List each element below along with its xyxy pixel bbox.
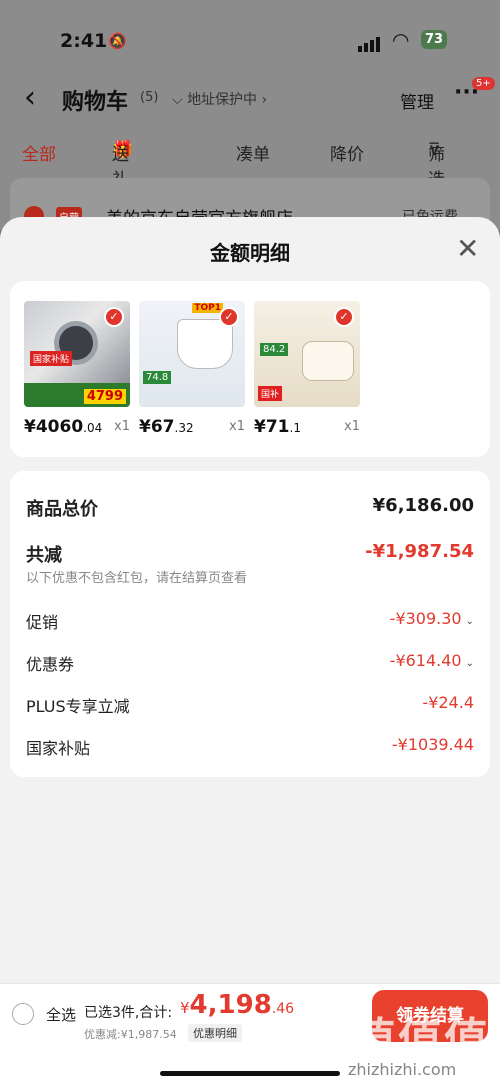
- notification-badge: 5+: [472, 77, 495, 90]
- check-icon: ✓: [104, 307, 124, 327]
- image-badge: TOP1: [192, 303, 223, 313]
- status-bar: 2:41 🔕 ◠ 73: [0, 0, 500, 80]
- plus-value: -¥24.4: [422, 693, 474, 712]
- discount-summary: 优惠减:¥1,987.54: [84, 1028, 177, 1041]
- product-qty: x1: [114, 419, 130, 434]
- promo-value: -¥309.30: [389, 609, 462, 628]
- reduce-label: 共减: [26, 545, 62, 566]
- address-protect-label: 地址保护中: [187, 92, 258, 108]
- total-value: ¥6,186.00: [372, 495, 474, 516]
- watermark-site: zhizhizhi.com: [348, 1060, 457, 1079]
- background-page: 2:41 🔕 ◠ 73 ‹ 购物车 (5) ⌵ 地址保护中 › 管理 ··· 5…: [0, 0, 500, 230]
- promo-value-wrap: -¥309.30 ⌄: [390, 609, 474, 628]
- image-badge: 4799: [83, 389, 126, 404]
- product-image-comb: TOP1 74.8 ✓: [139, 301, 245, 407]
- total-label: 商品总价: [26, 499, 98, 520]
- image-tag: 国家补贴: [30, 351, 73, 366]
- filter-icon: ⊽: [428, 140, 441, 160]
- image-tag: 84.2: [260, 343, 289, 356]
- chevron-down-icon: ⌄: [465, 616, 474, 627]
- image-red-tag: 国补: [258, 386, 283, 401]
- filter-tabs: 全部 🎁 送礼 凑单 降价 筛选 ⊽: [0, 140, 500, 190]
- image-tag: 74.8: [143, 371, 172, 384]
- mute-bell-icon: 🔕: [108, 32, 127, 50]
- select-all-radio[interactable]: [12, 1003, 34, 1025]
- watermark-logo: 值值值: [352, 1014, 490, 1065]
- amount-detail-sheet: 金额明细 ✕ 国家补贴 4799 ✓ ¥4060.04 x1 TOP1 74.8…: [0, 217, 500, 1087]
- wifi-icon: ◠: [392, 28, 410, 52]
- cart-total: ¥4,198.46: [180, 990, 295, 1020]
- promo-label: 促销: [26, 613, 59, 632]
- product-qty: x1: [344, 419, 360, 434]
- selected-count: 已选3件,合计:: [84, 1005, 173, 1021]
- select-all-label[interactable]: 全选: [46, 1004, 76, 1025]
- tab-all[interactable]: 全部: [22, 140, 56, 165]
- product-price: ¥71.1: [254, 417, 301, 437]
- address-protect-link[interactable]: ⌵ 地址保护中 ›: [172, 89, 267, 109]
- coupon-value: -¥614.40: [389, 651, 462, 670]
- close-icon[interactable]: ✕: [456, 235, 479, 263]
- check-icon: ✓: [334, 307, 354, 327]
- plus-label: PLUS专享立减: [26, 697, 130, 716]
- battery-icon: 73: [421, 30, 448, 49]
- product-price: ¥67.32: [139, 417, 194, 437]
- check-icon: ✓: [219, 307, 239, 327]
- product-qty: x1: [229, 419, 245, 434]
- price-summary: 商品总价 ¥6,186.00 共减 -¥1,987.54 以下优惠不包含红包，请…: [10, 471, 490, 777]
- chevron-down-icon: ⌄: [465, 658, 474, 669]
- signal-icon: [358, 33, 382, 52]
- subsidy-label: 国家补贴: [26, 739, 91, 758]
- coupon-value-wrap: -¥614.40 ⌄: [390, 651, 474, 670]
- subsidy-value: -¥1039.44: [391, 735, 474, 754]
- status-time: 2:41: [60, 30, 108, 52]
- product-image-stewpot: 84.2 国补 ✓: [254, 301, 360, 407]
- back-icon[interactable]: ‹: [24, 80, 36, 115]
- coupon-label: 优惠券: [26, 655, 75, 674]
- discount-note: 以下优惠不包含红包，请在结算页查看: [26, 571, 248, 586]
- cart-count: (5): [140, 90, 159, 105]
- discount-detail-button[interactable]: 优惠明细: [188, 1024, 242, 1042]
- tab-price-drop[interactable]: 降价: [330, 140, 364, 165]
- tab-bundle[interactable]: 凑单: [236, 140, 270, 165]
- sheet-title: 金额明细: [210, 241, 290, 265]
- home-indicator: [160, 1071, 340, 1076]
- product-item[interactable]: TOP1 74.8 ✓ ¥67.32 x1: [139, 301, 269, 437]
- product-price: ¥4060.04: [24, 417, 103, 437]
- product-image-washer: 国家补贴 4799 ✓: [24, 301, 130, 407]
- product-item[interactable]: 84.2 国补 ✓ ¥71.1 x1: [254, 301, 384, 437]
- cart-nav-bar: ‹ 购物车 (5) ⌵ 地址保护中 › 管理 ··· 5+: [0, 77, 500, 120]
- product-item[interactable]: 国家补贴 4799 ✓ ¥4060.04 x1: [24, 301, 154, 437]
- page-title: 购物车: [62, 90, 129, 115]
- product-strip: 国家补贴 4799 ✓ ¥4060.04 x1 TOP1 74.8 ✓ ¥67.…: [10, 281, 490, 457]
- reduce-value: -¥1,987.54: [365, 541, 474, 562]
- manage-button[interactable]: 管理: [400, 88, 434, 113]
